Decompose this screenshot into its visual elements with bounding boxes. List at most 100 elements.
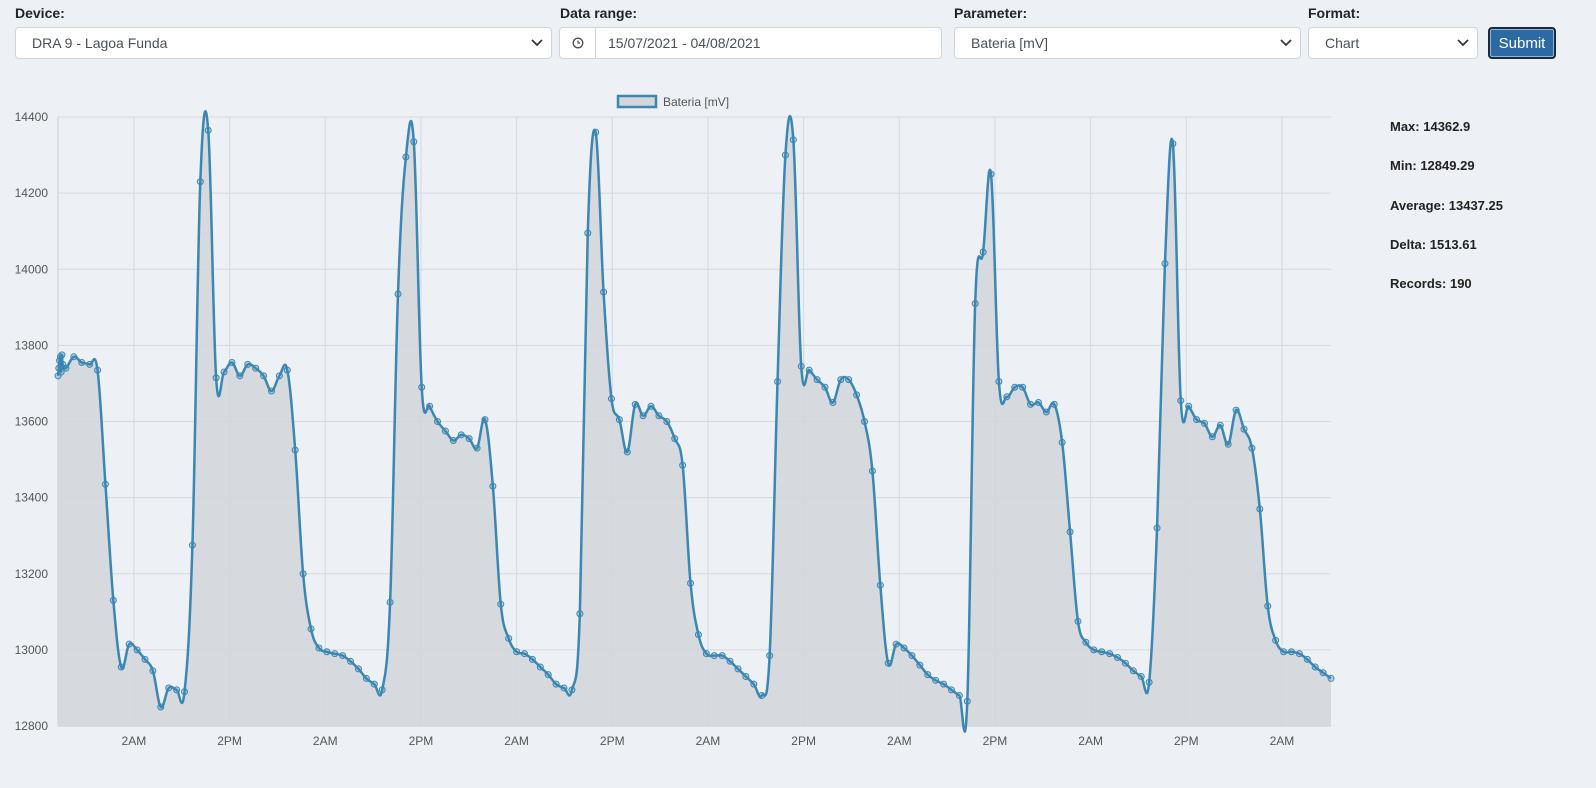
clock-icon <box>559 27 596 59</box>
device-label: Device: <box>15 5 65 21</box>
data-point <box>394 290 402 298</box>
data-point <box>932 676 940 684</box>
data-point <box>1248 444 1256 452</box>
data-point <box>797 362 805 370</box>
data-point <box>386 598 394 606</box>
data-point <box>663 418 671 425</box>
data-point <box>481 416 489 424</box>
format-select-value: Chart <box>1325 35 1360 51</box>
data-point <box>70 353 78 361</box>
data-point <box>188 541 196 549</box>
data-point <box>963 697 971 705</box>
data-point <box>513 648 521 656</box>
stat-records: Records: 190 <box>1390 276 1472 292</box>
x-tick-label: 2AM <box>313 734 338 748</box>
parameter-label: Parameter: <box>954 5 1028 21</box>
data-point <box>181 688 189 696</box>
legend-swatch <box>616 94 658 109</box>
data-point <box>781 151 789 159</box>
data-point <box>971 300 979 308</box>
data-point <box>1145 678 1153 686</box>
data-point <box>758 692 766 700</box>
data-point <box>805 366 813 374</box>
data-point <box>1200 419 1208 427</box>
data-point <box>331 650 339 658</box>
data-point <box>58 351 66 359</box>
data-point <box>1256 505 1264 513</box>
y-tick-label: 12800 <box>15 719 49 733</box>
data-point <box>489 482 497 490</box>
data-point <box>1027 400 1035 408</box>
y-tick-label: 13600 <box>15 415 49 429</box>
data-point <box>402 153 410 161</box>
y-tick-label: 14200 <box>15 186 49 200</box>
data-point <box>876 581 884 589</box>
x-tick-label: 2AM <box>1270 734 1295 748</box>
data-point <box>1106 650 1114 658</box>
data-point <box>141 655 149 663</box>
data-point <box>473 444 481 452</box>
data-point <box>1129 667 1137 675</box>
data-point <box>267 387 275 395</box>
data-point <box>647 402 655 410</box>
data-point <box>1311 663 1319 671</box>
data-point <box>987 170 995 178</box>
data-point <box>1011 383 1019 391</box>
data-point <box>204 126 212 134</box>
data-point <box>1019 383 1027 391</box>
data-point <box>244 360 252 368</box>
data-point <box>165 684 173 692</box>
data-range-input[interactable]: 15/07/2021 - 04/08/2021 <box>595 27 942 59</box>
chevron-down-icon <box>523 28 551 58</box>
x-tick-label: 2AM <box>504 734 529 748</box>
data-point <box>718 652 726 660</box>
data-point <box>916 661 924 669</box>
data-point <box>1058 438 1066 446</box>
y-tick-label: 14000 <box>15 262 49 276</box>
data-point <box>521 650 529 658</box>
data-point <box>1264 602 1272 610</box>
data-point <box>354 665 362 673</box>
data-point <box>560 684 568 692</box>
y-tick-label: 13000 <box>15 643 49 657</box>
data-point <box>465 435 473 443</box>
data-point <box>726 657 734 665</box>
data-point <box>821 383 829 391</box>
data-point <box>853 391 861 399</box>
data-point <box>1003 393 1011 401</box>
data-point <box>623 448 631 456</box>
data-point <box>457 431 465 439</box>
data-point <box>1216 421 1224 429</box>
device-select[interactable]: DRA 9 - Lagoa Funda <box>15 27 552 59</box>
data-point <box>892 640 900 648</box>
data-point <box>592 128 600 136</box>
data-point <box>410 138 418 146</box>
battery-chart: 12800 13000 13200 13400 13600 13800 14000 14200… <box>15 94 1335 748</box>
data-point <box>1074 617 1082 625</box>
format-select[interactable]: Chart <box>1308 27 1478 59</box>
data-point <box>370 680 378 688</box>
data-point <box>418 383 426 391</box>
data-point <box>220 368 228 376</box>
x-tick-label: 2PM <box>409 734 434 748</box>
data-point <box>947 686 955 694</box>
data-point <box>1177 397 1185 405</box>
parameter-select[interactable]: Bateria [mV] <box>954 27 1301 59</box>
data-point <box>615 416 623 424</box>
data-point <box>252 364 260 372</box>
data-point <box>228 359 236 367</box>
data-point <box>157 703 165 711</box>
data-point <box>1082 638 1090 646</box>
data-point <box>339 652 347 660</box>
data-point <box>924 671 932 679</box>
data-point <box>125 640 133 648</box>
y-tick-label: 13200 <box>15 567 49 581</box>
submit-button[interactable]: Submit <box>1488 27 1556 59</box>
data-point <box>86 360 94 368</box>
data-point <box>908 652 916 660</box>
data-point <box>101 480 109 488</box>
data-point <box>687 579 695 587</box>
data-point <box>766 652 774 660</box>
data-point <box>1185 402 1193 410</box>
data-point <box>829 398 837 406</box>
